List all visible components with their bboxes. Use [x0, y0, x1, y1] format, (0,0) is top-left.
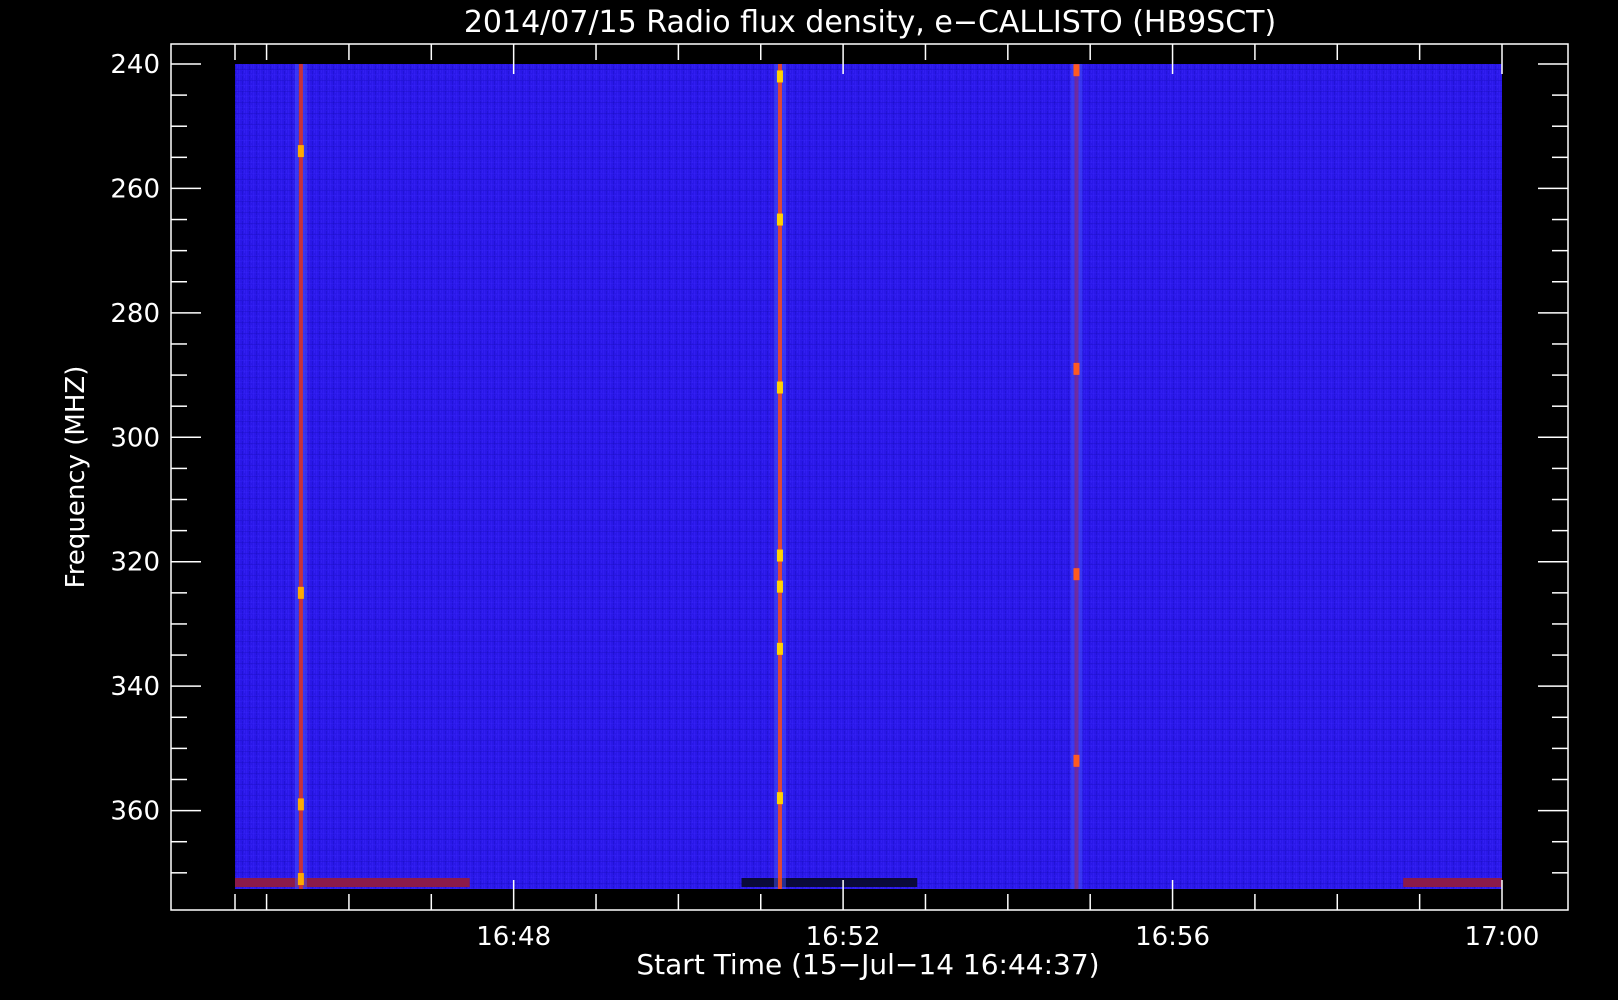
burst-bright-spot: [297, 586, 304, 599]
burst-bright-spot: [1073, 754, 1080, 767]
burst: [294, 64, 307, 889]
bottom-band-segment: [235, 878, 470, 887]
burst-core: [298, 64, 303, 889]
burst-bright-spot: [1073, 568, 1080, 581]
x-tick-label: 16:48: [476, 922, 551, 952]
burst-bright-spot: [297, 873, 304, 886]
y-tick-label: 280: [110, 299, 160, 329]
chart-title: 2014/07/15 Radio flux density, e−CALLIST…: [464, 5, 1276, 40]
burst: [773, 64, 786, 889]
bottom-band-segment: [1403, 878, 1502, 887]
x-tick-label: 16:56: [1135, 922, 1210, 952]
x-axis-label: Start Time (15−Jul−14 16:44:37): [636, 948, 1099, 981]
burst: [1070, 64, 1083, 889]
heatmap-texture: [235, 64, 1502, 889]
burst-bright-spot: [1073, 64, 1080, 77]
y-tick-label: 240: [110, 50, 160, 80]
burst-bright-spot: [776, 381, 783, 394]
burst-core: [777, 64, 782, 889]
y-axis-label: Frequency (MHZ): [61, 366, 91, 589]
burst-bright-spot: [776, 213, 783, 226]
y-tick-label: 320: [110, 548, 160, 578]
bottom-band-segment: [741, 878, 918, 887]
burst-bright-spot: [776, 642, 783, 655]
burst-bright-spot: [776, 792, 783, 805]
burst-bright-spot: [776, 70, 783, 83]
y-tick-label: 360: [110, 797, 160, 827]
x-tick-label: 17:00: [1465, 922, 1540, 952]
spectrogram-chart: 2014/07/15 Radio flux density, e−CALLIST…: [61, 5, 1569, 981]
y-tick-label: 300: [110, 423, 160, 453]
y-tick-label: 340: [110, 672, 160, 702]
burst-bright-spot: [297, 798, 304, 811]
y-tick-label: 260: [110, 174, 160, 204]
heatmap-area: [235, 64, 1502, 889]
burst-bright-spot: [776, 549, 783, 562]
burst-bright-spot: [297, 145, 304, 158]
burst-bright-spot: [1073, 362, 1080, 375]
burst-bright-spot: [776, 580, 783, 593]
